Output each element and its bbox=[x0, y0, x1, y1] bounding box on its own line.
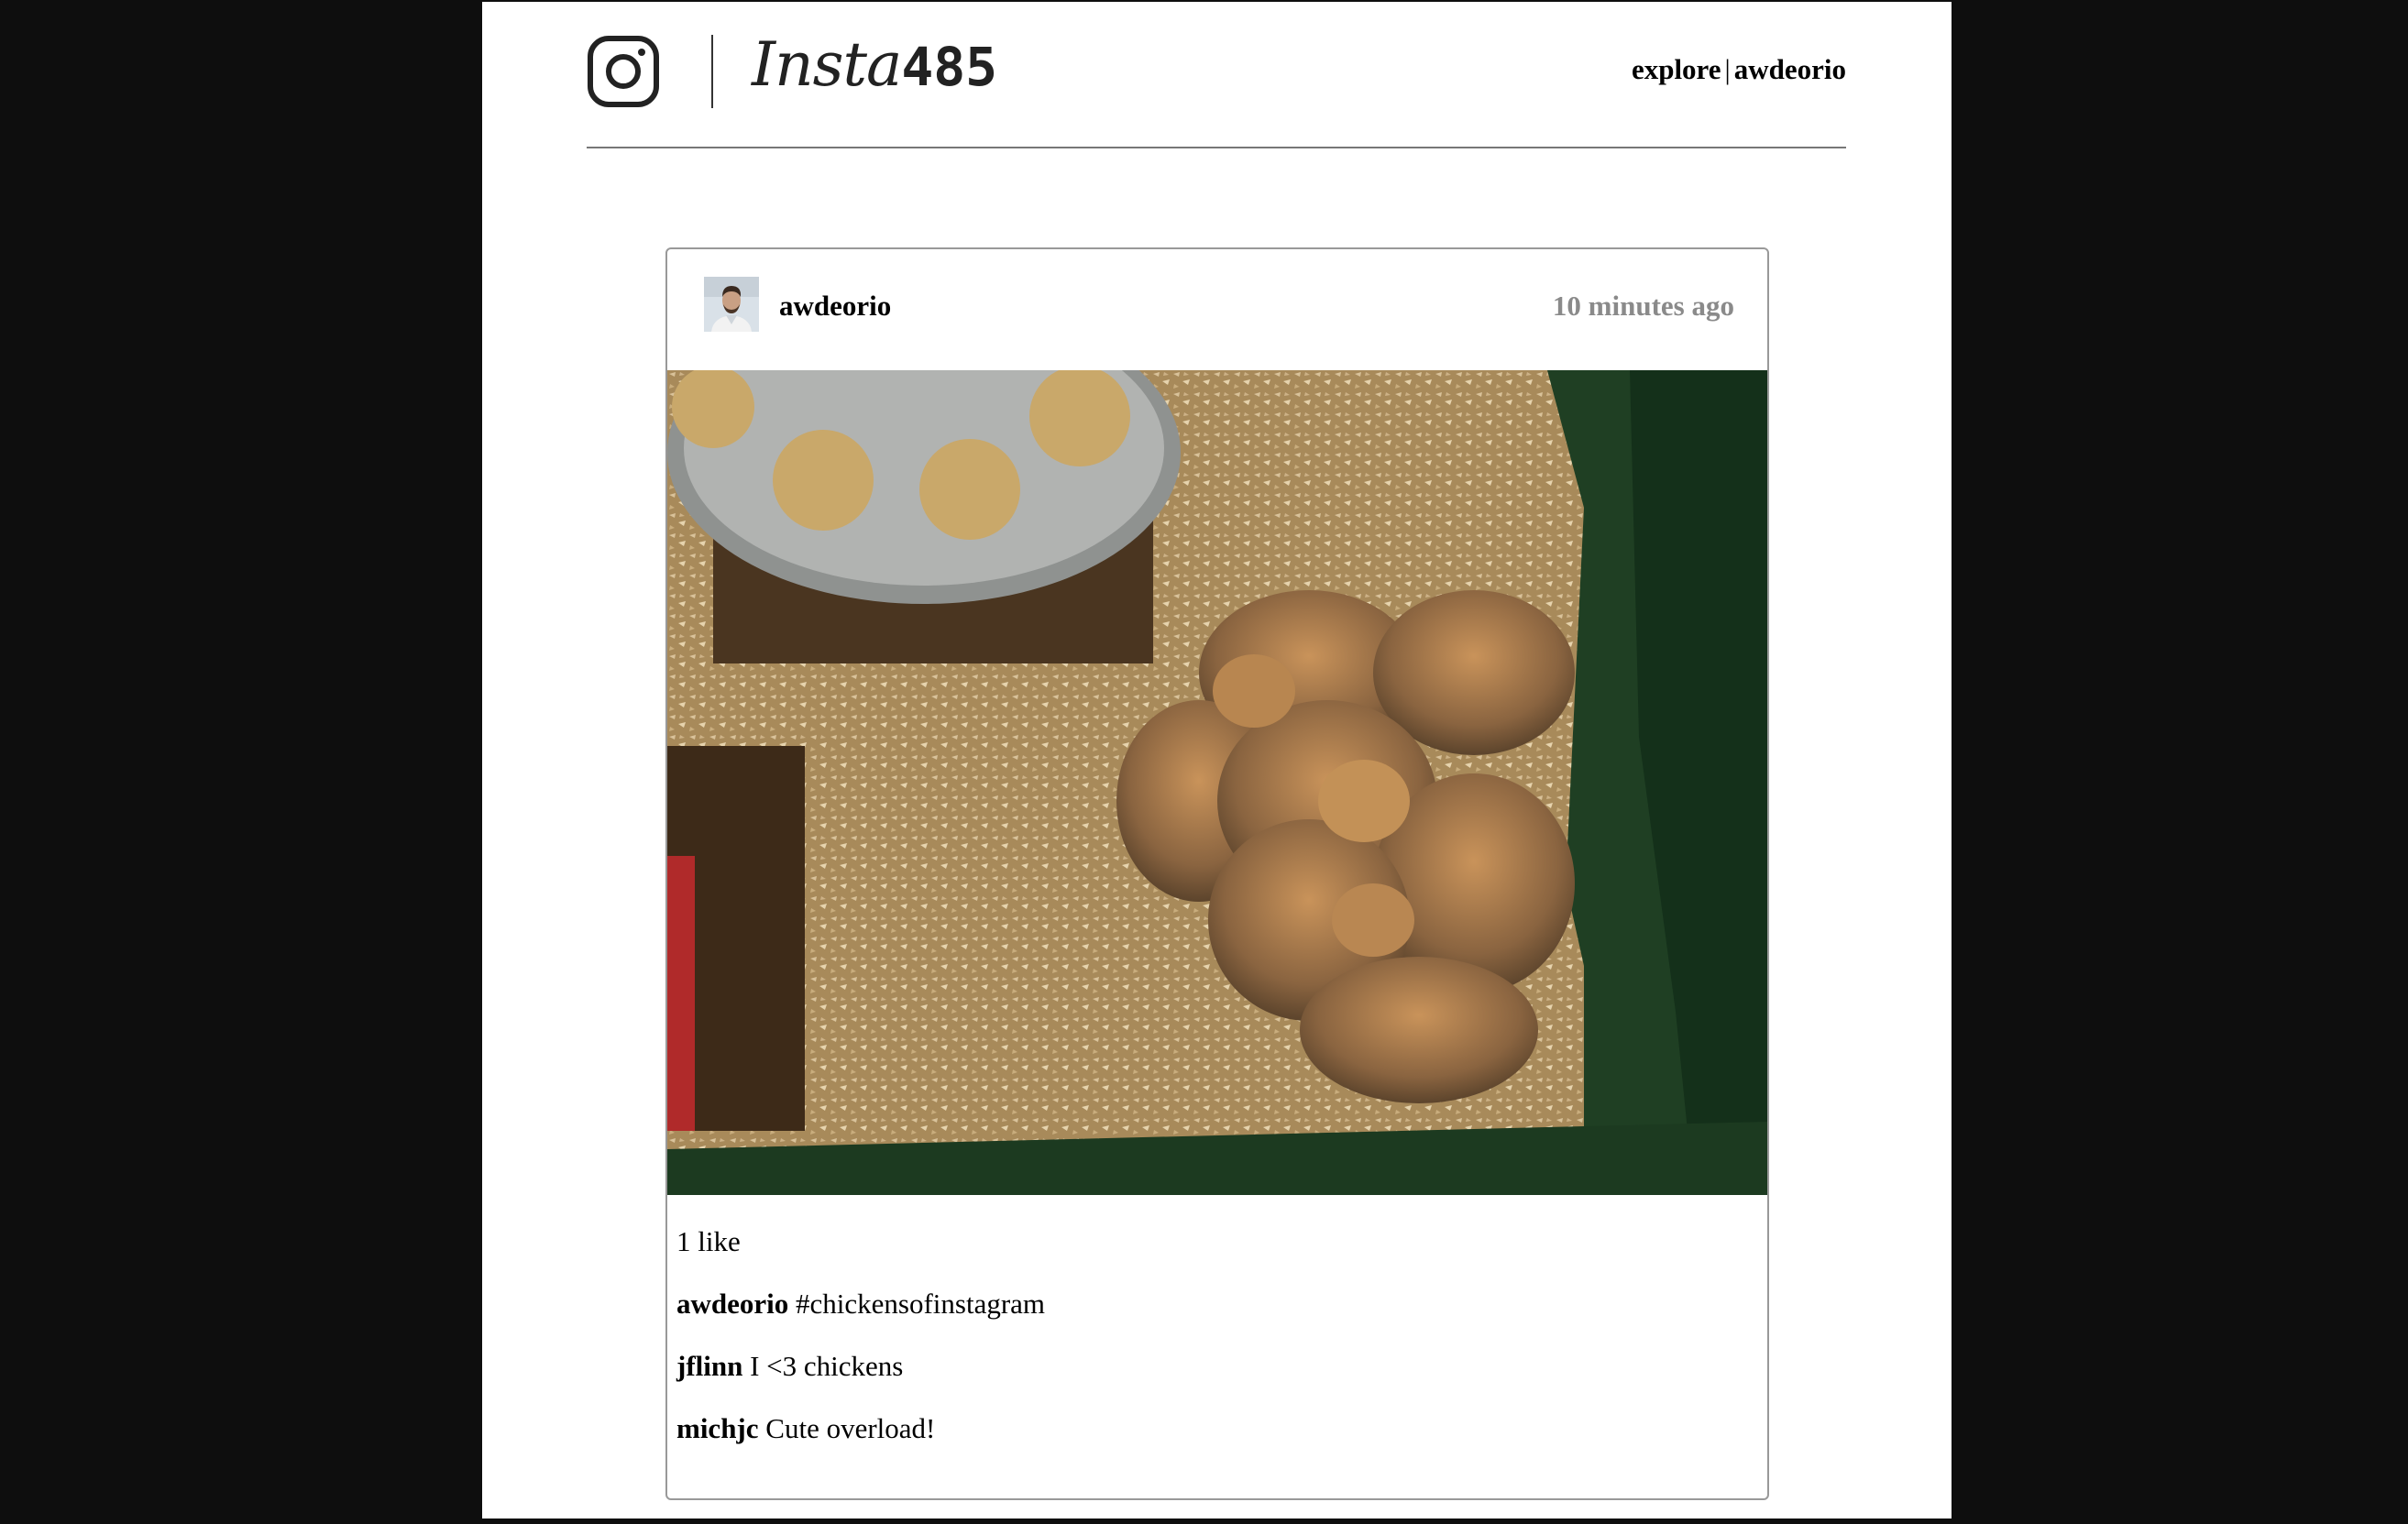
post-owner-link[interactable]: awdeorio bbox=[779, 290, 891, 323]
site-header: Insta 485 explore | awdeorio bbox=[587, 2, 1846, 148]
page: Insta 485 explore | awdeorio awdeorio 10 m bbox=[482, 2, 1952, 1519]
post-header: awdeorio 10 minutes ago bbox=[667, 249, 1767, 368]
logo-divider bbox=[711, 35, 713, 108]
comment-owner[interactable]: jflinn bbox=[676, 1350, 742, 1382]
comment-row: jflinn I <3 chickens bbox=[676, 1350, 1045, 1383]
post-footer: 1 like awdeorio #chickensofinstagram jfl… bbox=[676, 1225, 1045, 1475]
comment-owner[interactable]: awdeorio bbox=[676, 1288, 788, 1320]
comment-row: awdeorio #chickensofinstagram bbox=[676, 1288, 1045, 1321]
comment-owner[interactable]: michjc bbox=[676, 1412, 759, 1444]
comment-row: michjc Cute overload! bbox=[676, 1412, 1045, 1445]
top-nav: explore | awdeorio bbox=[1632, 53, 1846, 86]
likes-count: 1 like bbox=[676, 1225, 741, 1257]
instagram-camera-icon[interactable] bbox=[587, 35, 660, 108]
post-image[interactable] bbox=[667, 370, 1767, 1195]
wordmark-number: 485 bbox=[901, 36, 998, 98]
nav-separator: | bbox=[1724, 53, 1731, 85]
post-timestamp-link[interactable]: 10 minutes ago bbox=[1553, 290, 1734, 323]
comment-text: I <3 chickens bbox=[750, 1350, 904, 1382]
comment-text: #chickensofinstagram bbox=[796, 1288, 1046, 1320]
comment-text: Cute overload! bbox=[765, 1412, 936, 1444]
post-card: awdeorio 10 minutes ago 1 like awdeorio … bbox=[665, 247, 1769, 1500]
user-profile-link[interactable]: awdeorio bbox=[1734, 53, 1846, 85]
wordmark-script: Insta bbox=[752, 29, 902, 100]
avatar[interactable] bbox=[704, 277, 759, 332]
site-wordmark[interactable]: Insta 485 bbox=[752, 29, 997, 112]
explore-link[interactable]: explore bbox=[1632, 53, 1721, 85]
